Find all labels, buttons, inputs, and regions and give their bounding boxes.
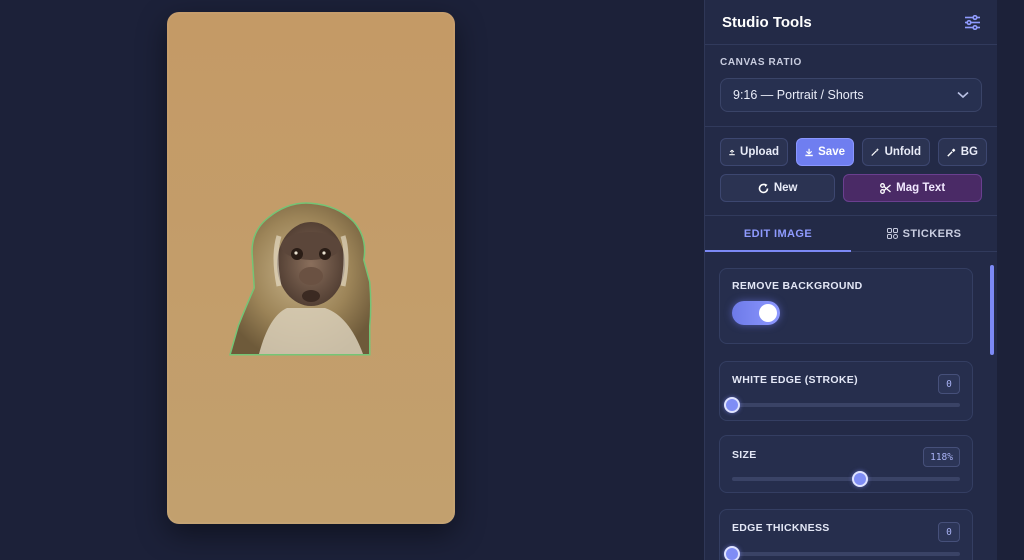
- remove-background-label: REMOVE BACKGROUND: [732, 280, 863, 292]
- unfold-label: Unfold: [884, 146, 921, 158]
- tab-edit-image[interactable]: EDIT IMAGE: [705, 216, 851, 252]
- panel-header: Studio Tools: [705, 0, 997, 45]
- new-label: New: [773, 182, 798, 194]
- slider-thumb[interactable]: [724, 397, 740, 413]
- white-edge-label: WHITE EDGE (STROKE): [732, 374, 858, 386]
- tab-stickers[interactable]: STICKERS: [851, 216, 997, 251]
- canvas-ratio-select[interactable]: 9:16 — Portrait / Shorts: [720, 78, 982, 112]
- bg-button[interactable]: BG: [938, 138, 987, 166]
- edge-thickness-slider[interactable]: [724, 546, 960, 560]
- canvas-ratio-section: CANVAS RATIO 9:16 — Portrait / Shorts: [705, 45, 997, 127]
- stickers-icon: [886, 228, 898, 239]
- tab-stickers-label: STICKERS: [902, 227, 962, 240]
- edge-thickness-card: EDGE THICKNESS 0: [719, 509, 973, 560]
- canvas-ratio-value: 9:16 — Portrait / Shorts: [733, 88, 864, 102]
- size-label: SIZE: [732, 449, 757, 461]
- new-button[interactable]: New: [720, 174, 836, 202]
- refresh-icon: [758, 183, 769, 193]
- slider-thumb[interactable]: [724, 546, 740, 560]
- download-icon: [805, 148, 813, 156]
- save-button[interactable]: Save: [796, 138, 854, 166]
- magic-wand-icon: [871, 148, 880, 156]
- white-edge-slider[interactable]: [724, 397, 960, 413]
- upload-button[interactable]: Upload: [720, 138, 788, 166]
- page-margin: [997, 0, 1024, 560]
- edge-thickness-value: 0: [938, 522, 960, 542]
- panel-scrollbar[interactable]: [990, 265, 994, 355]
- save-label: Save: [818, 146, 845, 158]
- upload-label: Upload: [740, 146, 779, 158]
- remove-background-toggle[interactable]: [732, 301, 780, 325]
- unfold-button[interactable]: Unfold: [862, 138, 930, 166]
- scissors-icon: [880, 182, 892, 194]
- white-edge-value: 0: [938, 374, 960, 394]
- toolbar-section: Upload Save Unfold BG New Mag Text: [705, 127, 997, 216]
- studio-tools-panel: Studio Tools CANVAS RATIO 9:16 — Portrai…: [704, 0, 997, 560]
- size-card: SIZE 118%: [719, 435, 973, 493]
- canvas-ratio-label: CANVAS RATIO: [720, 57, 802, 68]
- mag-text-label: Mag Text: [896, 182, 946, 194]
- bg-label: BG: [960, 146, 978, 158]
- slider-thumb[interactable]: [851, 471, 868, 487]
- canvas-preview[interactable]: [167, 12, 455, 524]
- panel-title: Studio Tools: [722, 13, 812, 31]
- eyedropper-icon: [947, 148, 956, 157]
- white-edge-card: WHITE EDGE (STROKE) 0: [719, 361, 973, 421]
- upload-icon: [729, 149, 735, 155]
- size-value: 118%: [923, 447, 960, 467]
- chevron-down-icon: [957, 91, 969, 99]
- monkey-sticker[interactable]: [229, 196, 379, 356]
- edge-thickness-label: EDGE THICKNESS: [732, 522, 830, 534]
- sliders-icon[interactable]: [963, 13, 981, 31]
- toggle-knob: [759, 304, 777, 322]
- mag-text-button[interactable]: Mag Text: [843, 174, 982, 202]
- remove-background-card: REMOVE BACKGROUND: [719, 268, 973, 344]
- edit-image-controls: REMOVE BACKGROUND WHITE EDGE (STROKE) 0 …: [705, 253, 998, 560]
- tab-edit-image-label: EDIT IMAGE: [743, 227, 813, 240]
- size-slider[interactable]: [732, 471, 960, 487]
- panel-tabs: EDIT IMAGE STICKERS: [705, 216, 997, 252]
- editor-stage: [0, 0, 704, 560]
